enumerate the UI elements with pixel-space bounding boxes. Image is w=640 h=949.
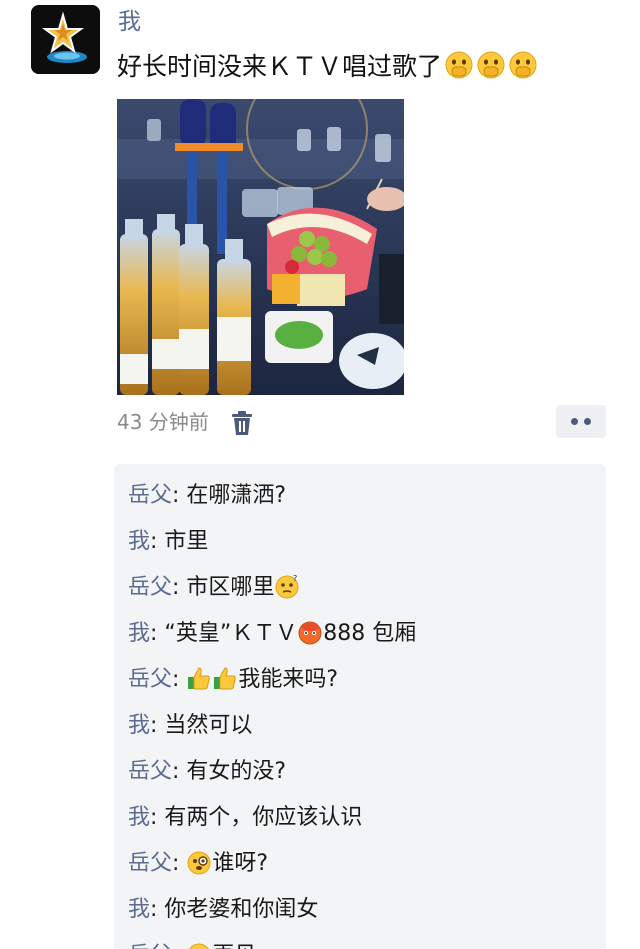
comment-separator: : [150,529,165,554]
comment-author[interactable]: 岳父 [128,667,172,692]
comment-text: 有两个，你应该认识 [164,805,363,830]
comment-text: 市区哪里 [186,575,275,600]
comment-item[interactable]: 我: 当然可以 [128,710,252,742]
comment-item[interactable]: 岳父: 谁呀? [128,848,268,880]
comment-text: 在哪潇洒? [186,483,287,508]
comment-text: 再见 [212,943,256,949]
star-logo-icon [31,5,100,74]
more-dot [584,418,591,425]
comment-author[interactable]: 我 [128,805,150,830]
comment-item[interactable]: 岳父: 我能来吗? [128,664,338,696]
shushing-face-emoji [509,51,537,79]
thumbs-up-emoji [188,667,211,690]
comment-separator: : [172,759,187,784]
comment-separator: : [172,943,186,949]
comment-text: 当然可以 [164,713,253,738]
comment-item[interactable]: 我: 有两个，你应该认识 [128,802,362,834]
thumbs-up-emoji [214,667,237,690]
comment-author[interactable]: 我 [128,529,150,554]
shushing-face-emoji [477,51,505,79]
comment-separator: : [172,851,187,876]
more-dots-icon[interactable] [556,405,606,438]
comment-separator: : [150,713,165,738]
comment-item[interactable]: 我: 市里 [128,526,208,558]
comment-separator: : [172,667,187,692]
comment-author[interactable]: 我 [128,897,150,922]
comment-author[interactable]: 岳父 [128,575,172,600]
comment-item[interactable]: 岳父: 再见 [128,940,256,949]
comment-author[interactable]: 我 [128,621,150,646]
comment-author[interactable]: 岳父 [128,759,172,784]
comment-separator: : [150,805,165,830]
comment-text-suffix: 888 包厢 [323,621,417,646]
comment-separator: : [150,897,165,922]
comment-item[interactable]: 岳父: 有女的没? [128,756,286,788]
post-timestamp: 43 分钟前 [117,410,209,434]
svg-text:?: ? [293,574,297,583]
post-text: 好长时间没来ＫＴＶ唱过歌了 [117,48,600,86]
shushing-face-emoji [445,51,473,79]
comment-separator: : [172,483,187,508]
comment-text: 你老婆和你闺女 [164,897,319,922]
comment-text: 谁呀? [212,851,269,876]
ktv-photo-image [117,99,404,395]
comment-text: “英皇”ＫＴＶ [164,621,298,646]
comment-author[interactable]: 岳父 [128,943,172,949]
thinking-face-emoji: ? [275,574,299,599]
comment-separator: : [172,575,187,600]
comment-text: 市里 [164,529,209,554]
post-author-name[interactable]: 我 [118,6,141,38]
thinking-face-emoji [189,943,210,949]
comment-item[interactable]: 我: “英皇”ＫＴＶ 888 包厢 [128,618,416,650]
avatar[interactable] [31,5,100,74]
comment-text: 我能来吗? [238,667,339,692]
comment-author[interactable]: 我 [128,713,150,738]
comment-item[interactable]: 我: 你老婆和你闺女 [128,894,318,926]
comment-author[interactable]: 岳父 [128,483,172,508]
fire-face-emoji [298,621,322,645]
monocle-face-emoji [187,851,211,875]
more-dot [571,418,578,425]
comment-text: 有女的没? [186,759,287,784]
comment-separator: : [150,621,165,646]
trash-icon[interactable] [230,410,254,436]
post-photo[interactable] [117,99,404,395]
comment-author[interactable]: 岳父 [128,851,172,876]
comment-item[interactable]: 岳父: 在哪潇洒? [128,480,286,512]
post-text-content: 好长时间没来ＫＴＶ唱过歌了 [117,52,443,81]
comment-item[interactable]: 岳父: 市区哪里? [128,572,300,604]
comment-section: 岳父: 在哪潇洒? 我: 市里 岳父: 市区哪里? 我: “英皇”ＫＴＶ 888 … [114,464,606,949]
